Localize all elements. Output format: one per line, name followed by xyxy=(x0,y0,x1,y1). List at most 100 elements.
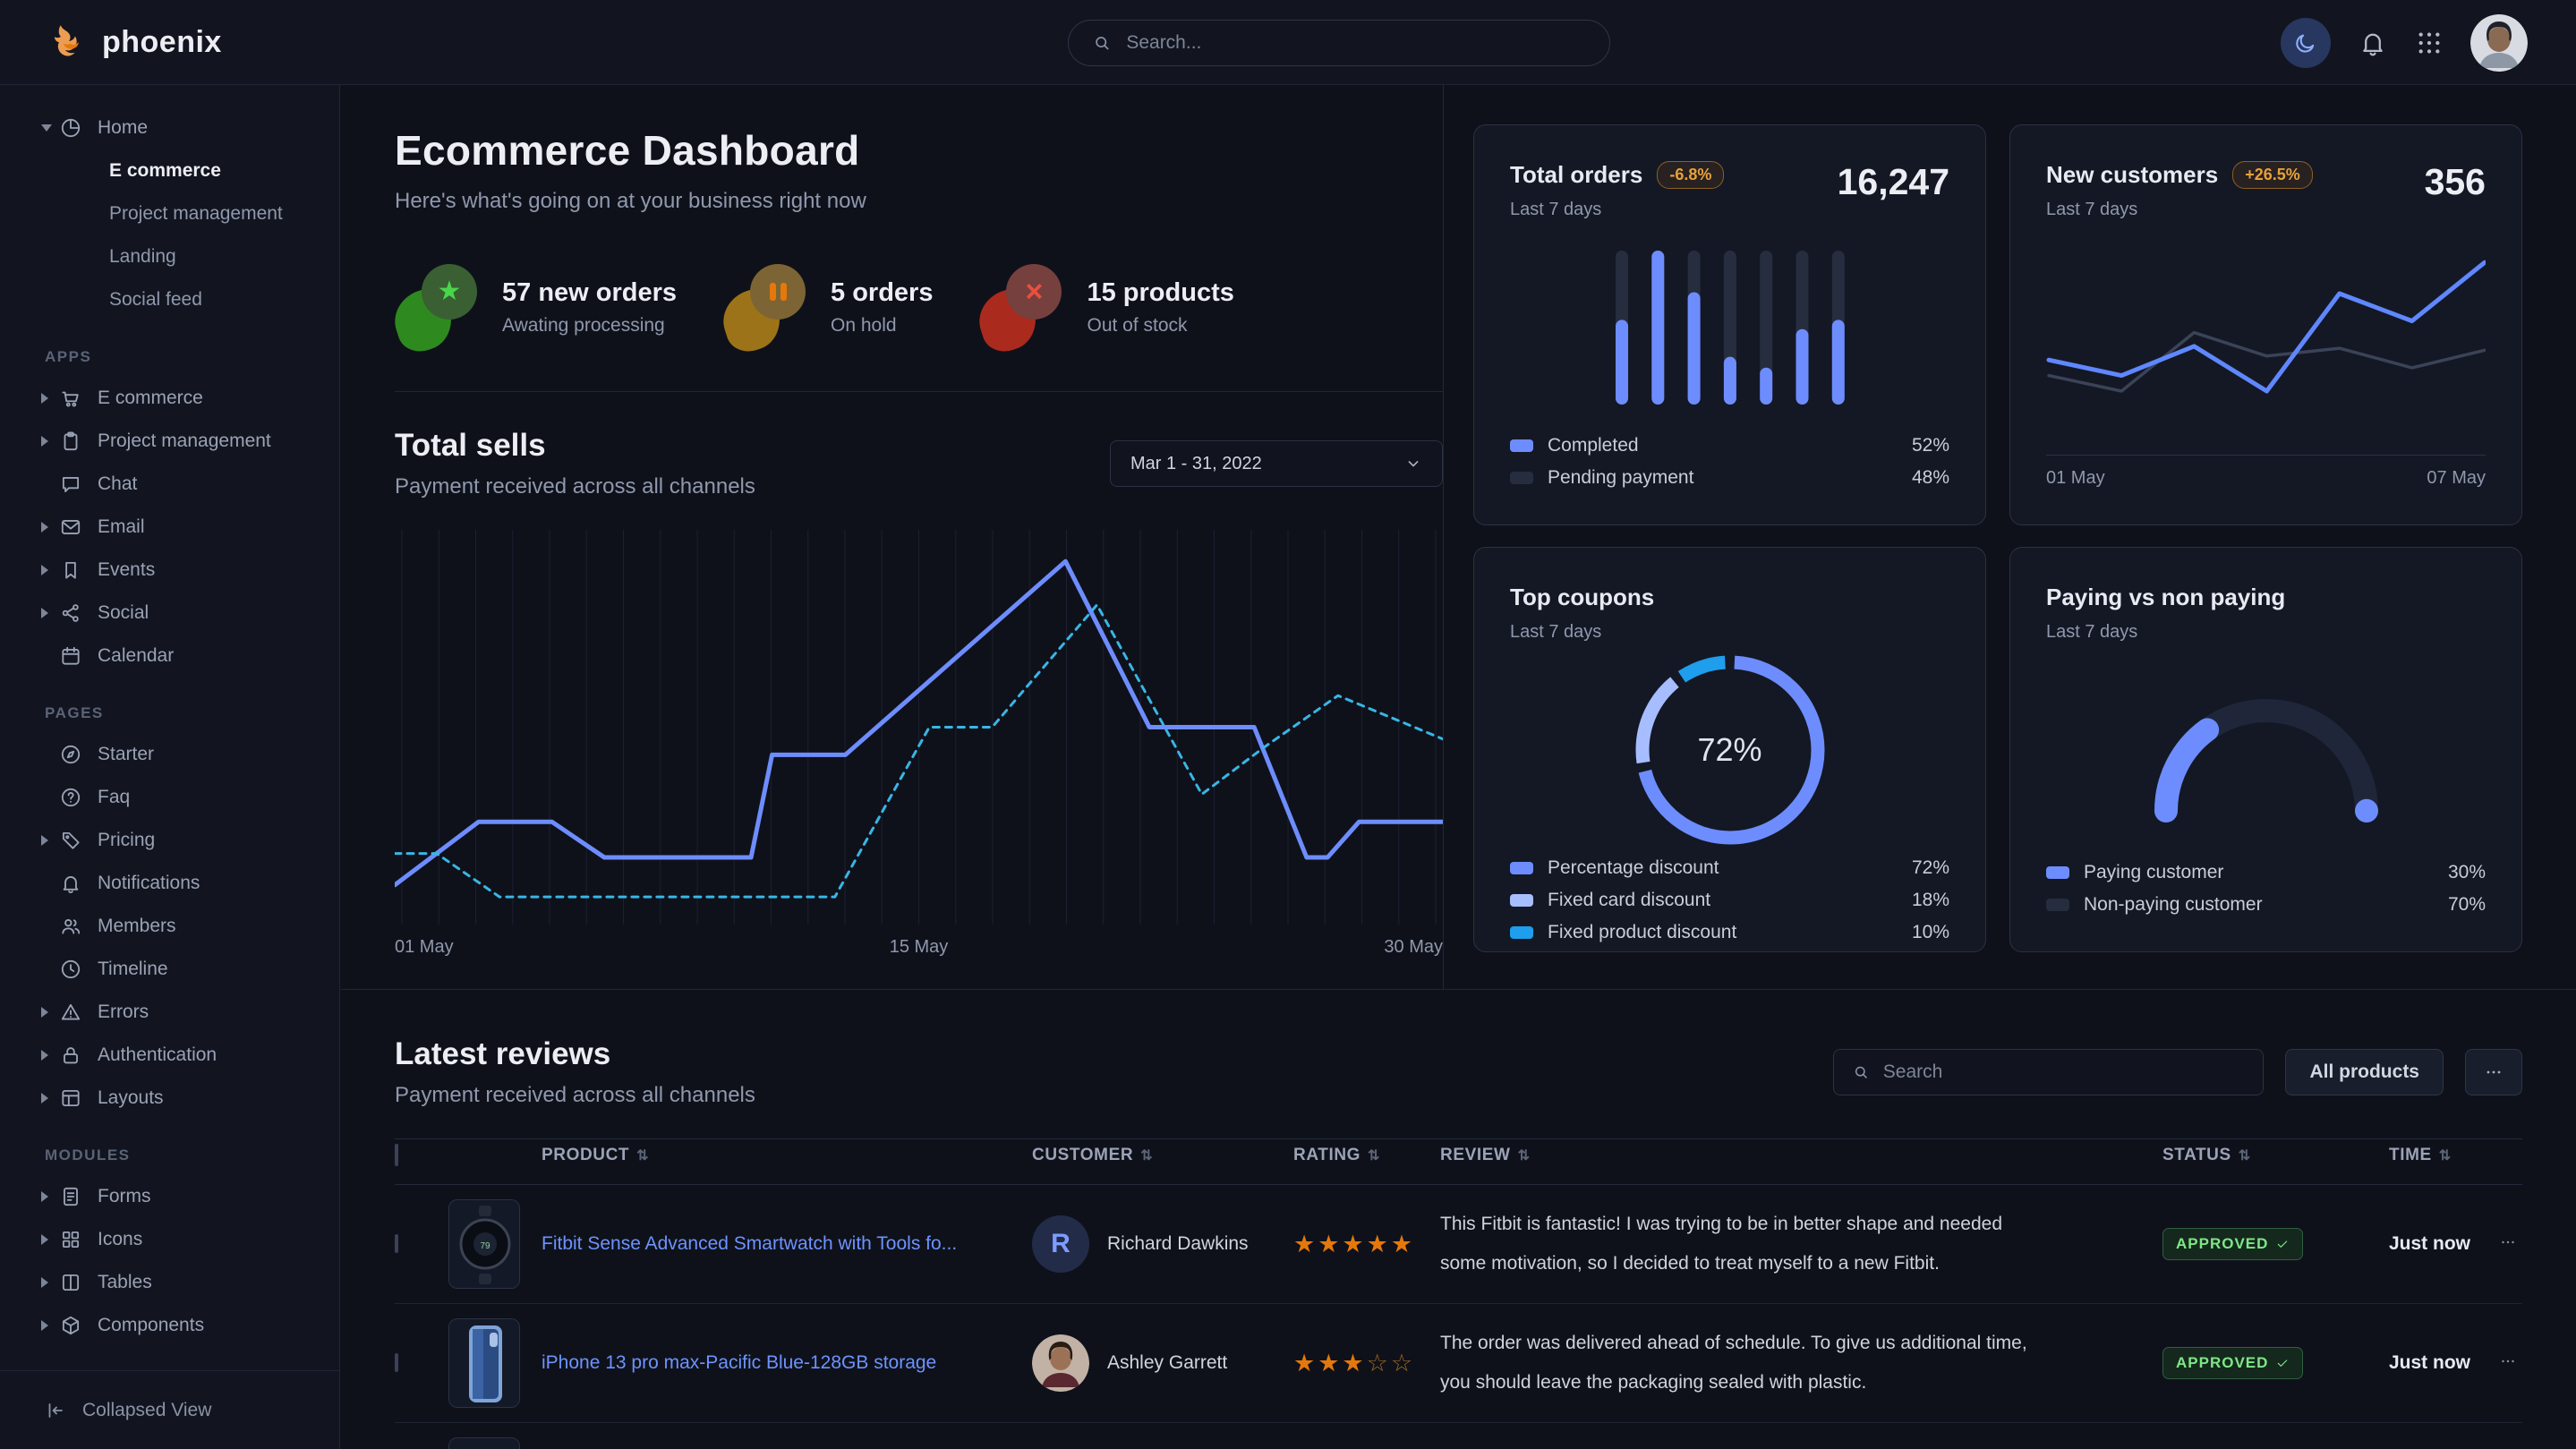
column-header-rating[interactable]: RATING⇅ xyxy=(1293,1146,1440,1165)
row-menu-button[interactable] xyxy=(2498,1351,2523,1376)
sidebar-item-label: Icons xyxy=(98,1229,142,1250)
sidebar-item-calendar[interactable]: Calendar xyxy=(0,635,339,678)
total-sells-chart xyxy=(395,530,1443,925)
reviews-more-button[interactable] xyxy=(2465,1049,2522,1095)
sidebar-item-notifications[interactable]: Notifications xyxy=(0,862,339,905)
product-thumbnail[interactable] xyxy=(448,1437,520,1449)
sidebar-item-events[interactable]: Events xyxy=(0,549,339,592)
caret-right-icon xyxy=(41,436,54,447)
sidebar-item-members[interactable]: Members xyxy=(0,905,339,948)
sidebar-item-pricing[interactable]: Pricing xyxy=(0,819,339,862)
chat-icon xyxy=(59,473,82,496)
x-axis-label: 01 May xyxy=(395,937,454,958)
product-thumbnail[interactable]: 79 xyxy=(448,1199,520,1289)
brand-logo[interactable]: phoenix xyxy=(48,21,222,63)
sidebar-item-tables[interactable]: Tables xyxy=(0,1261,339,1304)
users-icon xyxy=(59,915,82,938)
customer-name[interactable]: Richard Dawkins xyxy=(1107,1233,1249,1255)
customer-name[interactable]: Ashley Garrett xyxy=(1107,1352,1227,1374)
user-avatar[interactable] xyxy=(2470,14,2528,72)
bell-icon xyxy=(59,872,82,895)
legend-chip xyxy=(1510,472,1533,484)
main-content: Ecommerce Dashboard Here's what's going … xyxy=(341,85,2576,1449)
caret-right-icon xyxy=(41,522,54,533)
divider xyxy=(395,391,1443,392)
status-badge: APPROVED xyxy=(2162,1228,2303,1260)
sidebar-item-label: Forms xyxy=(98,1186,151,1207)
customer-initial-avatar: R xyxy=(1032,1215,1089,1273)
sidebar-section-label: APPS xyxy=(45,348,339,366)
sidebar-item-starter[interactable]: Starter xyxy=(0,733,339,776)
product-thumbnail[interactable] xyxy=(448,1318,520,1408)
sidebar-item-timeline[interactable]: Timeline xyxy=(0,948,339,991)
sidebar-item-label: Email xyxy=(98,516,145,538)
navbar-search-input[interactable] xyxy=(1126,32,1586,54)
navbar-search[interactable] xyxy=(1068,20,1610,66)
column-header-product[interactable]: PRODUCT⇅ xyxy=(542,1146,1032,1165)
all-products-button[interactable]: All products xyxy=(2285,1049,2444,1095)
product-link[interactable]: iPhone 13 pro max-Pacific Blue-128GB sto… xyxy=(542,1352,936,1374)
caret-right-icon xyxy=(41,1093,54,1104)
sidebar-item-project-management[interactable]: Project management xyxy=(0,420,339,463)
select-all-checkbox[interactable] xyxy=(395,1144,398,1166)
x-icon: × xyxy=(1026,277,1044,307)
sidebar-subitem-project-management[interactable]: Project management xyxy=(0,192,339,235)
paying-legend: Paying customer30%Non-paying customer70% xyxy=(2046,862,2486,916)
sidebar-subitem-social-feed[interactable]: Social feed xyxy=(0,278,339,321)
x-axis-label: 07 May xyxy=(2427,468,2486,489)
legend-label: Fixed card discount xyxy=(1548,890,1710,911)
collapse-view-button[interactable]: Collapsed View xyxy=(0,1370,339,1449)
sidebar-item-chat[interactable]: Chat xyxy=(0,463,339,506)
top-coupons-title: Top coupons xyxy=(1510,584,1949,611)
legend-label: Completed xyxy=(1548,435,1639,456)
reviews-search-input[interactable] xyxy=(1883,1061,2246,1083)
sidebar-item-label: Timeline xyxy=(98,959,168,980)
sidebar-item-label: Starter xyxy=(98,744,154,765)
sidebar-item-components[interactable]: Components xyxy=(0,1304,339,1347)
review-row: 79 Fitbit Sense Advanced Smartwatch with … xyxy=(395,1185,2522,1304)
theme-toggle-button[interactable] xyxy=(2281,18,2331,68)
sidebar-item-forms[interactable]: Forms xyxy=(0,1175,339,1218)
sidebar-item-icons[interactable]: Icons xyxy=(0,1218,339,1261)
collapse-icon xyxy=(45,1400,66,1421)
sidebar-item-social[interactable]: Social xyxy=(0,592,339,635)
caret-right-icon xyxy=(41,1191,54,1202)
column-header-review[interactable]: REVIEW⇅ xyxy=(1440,1146,2162,1165)
row-menu-button[interactable] xyxy=(2498,1232,2523,1257)
column-header-status[interactable]: STATUS⇅ xyxy=(2162,1146,2389,1165)
apps-menu-button[interactable] xyxy=(2415,29,2444,57)
new-customers-value: 356 xyxy=(2425,161,2486,203)
legend-value: 70% xyxy=(2448,894,2486,916)
row-checkbox[interactable] xyxy=(395,1353,398,1372)
sidebar-item-layouts[interactable]: Layouts xyxy=(0,1077,339,1120)
reviews-search[interactable] xyxy=(1833,1049,2264,1095)
dots-menu-icon xyxy=(2498,1232,2518,1252)
row-checkbox[interactable] xyxy=(395,1234,398,1253)
sidebar-item-home[interactable]: Home xyxy=(0,107,339,149)
sidebar-item-errors[interactable]: Errors xyxy=(0,991,339,1034)
caret-right-icon xyxy=(41,608,54,618)
sidebar: HomeE commerceProject managementLandingS… xyxy=(0,85,340,1449)
caret-right-icon xyxy=(41,565,54,575)
paying-gauge-chart xyxy=(2141,678,2392,826)
sidebar-subitem-e-commerce[interactable]: E commerce xyxy=(0,149,339,192)
total-orders-bar-chart xyxy=(1616,249,1845,406)
column-header-time[interactable]: TIME⇅ xyxy=(2389,1146,2498,1165)
notifications-button[interactable] xyxy=(2358,28,2388,58)
sidebar-item-label: Layouts xyxy=(98,1087,164,1109)
sidebar-item-label: Members xyxy=(98,916,176,937)
total-orders-badge: -6.8% xyxy=(1657,161,1724,189)
product-link[interactable]: Fitbit Sense Advanced Smartwatch with To… xyxy=(542,1233,957,1255)
column-header-customer[interactable]: CUSTOMER⇅ xyxy=(1032,1146,1293,1165)
sidebar-item-email[interactable]: Email xyxy=(0,506,339,549)
sidebar-item-authentication[interactable]: Authentication xyxy=(0,1034,339,1077)
sidebar-subitem-landing[interactable]: Landing xyxy=(0,235,339,278)
date-range-select[interactable]: Mar 1 - 31, 2022 xyxy=(1110,440,1443,487)
sidebar-item-label: Calendar xyxy=(98,645,174,667)
sidebar-item-faq[interactable]: Faq xyxy=(0,776,339,819)
page-title: Ecommerce Dashboard xyxy=(395,126,1443,175)
review-row-partial xyxy=(395,1423,2522,1449)
sidebar-item-label: Social xyxy=(98,602,149,624)
x-axis-line xyxy=(2046,455,2486,456)
sidebar-item-e-commerce[interactable]: E commerce xyxy=(0,377,339,420)
